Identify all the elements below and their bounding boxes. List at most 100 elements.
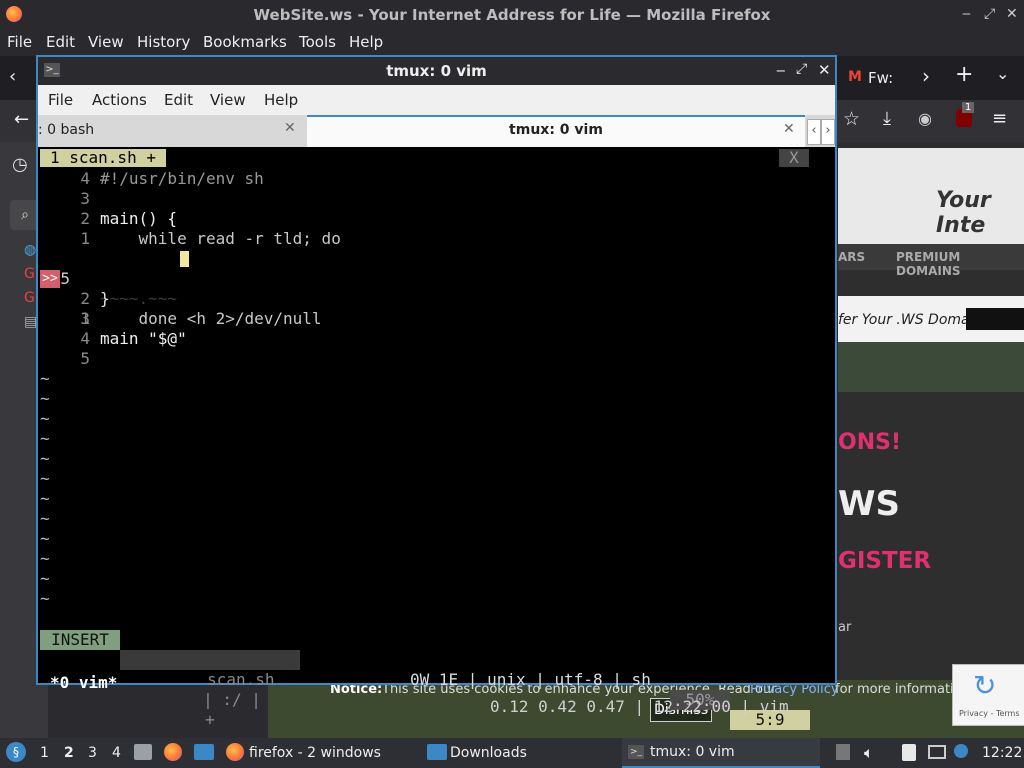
bookmark-star-icon[interactable]: ☆ [843, 108, 860, 130]
notice-tail: for more informatio [835, 682, 962, 697]
code-line-current: 5 ~~~~.~~~ [38, 249, 835, 308]
taskbar-firefox-icon [226, 743, 244, 761]
tab-fw-label[interactable]: Fw: [868, 69, 893, 87]
vim-tabline-close[interactable]: X [779, 149, 809, 167]
history-icon[interactable]: ◷ [12, 154, 28, 175]
tab-bash[interactable]: : 0 bash ✕ [38, 115, 306, 147]
google-icon-2[interactable]: G [24, 290, 35, 306]
empty-line-tilde: ~ [40, 449, 50, 468]
ublock-badge: 1 [962, 102, 975, 113]
vim-modified: + [205, 710, 215, 729]
taskbar-terminal-icon: >_ [628, 745, 644, 759]
folder-launcher-icon[interactable] [194, 744, 214, 760]
terminal-menubar: File Actions Edit View Help [38, 85, 835, 115]
code-line: 3 [80, 309, 90, 328]
tab-vim-close-icon[interactable]: ✕ [783, 121, 795, 137]
volume-icon[interactable]: 🔈︎ [864, 743, 874, 763]
terminal-window: >_ tmux: 0 vim ‒ ⤢ ✕ File Actions Edit V… [36, 55, 837, 730]
tab-list-icon[interactable]: ⌄ [996, 64, 1009, 83]
tab-vim[interactable]: tmux: 0 vim ✕ [307, 115, 805, 147]
vim-screen[interactable]: 1 scan.sh + X 4 #!/usr/bin/env sh 3 2 main… [38, 147, 835, 730]
term-menu-edit[interactable]: Edit [164, 91, 193, 109]
maximize-icon[interactable]: ⤢ [984, 6, 995, 22]
close-icon[interactable]: ✕ [1006, 6, 1018, 22]
tmux-window-list[interactable]: *0 vim* [50, 671, 117, 695]
display-icon[interactable] [928, 745, 946, 759]
menu-history[interactable]: History [137, 33, 190, 51]
tmux-statusline: *0 vim* 0.12 0.42 0.47 | 12:22:00 | vim [38, 647, 835, 716]
downloads-icon[interactable]: ⤓ [883, 108, 891, 129]
start-menu-icon[interactable]: § [6, 742, 26, 762]
workspace-2[interactable]: 2 [64, 745, 74, 761]
taskbar-downloads[interactable]: Downloads [450, 745, 527, 761]
website-header: Your Inte [838, 148, 1024, 248]
files-launcher-icon[interactable] [134, 744, 152, 760]
taskbar-downloads-icon [427, 744, 447, 760]
term-menu-view[interactable]: View [210, 91, 246, 109]
code-line-error: >> 1 done <h 2>/dev/null [38, 269, 835, 328]
clock: 12:22 [982, 745, 1023, 761]
tab-scroll-right-icon[interactable]: › [821, 119, 835, 145]
clipboard-icon[interactable] [902, 744, 916, 761]
tmux-status-right: 0.12 0.42 0.47 | 12:22:00 | vim [490, 697, 789, 716]
promo-small-text: ar [838, 620, 852, 635]
recaptcha-terms[interactable]: Privacy - Terms [959, 709, 1020, 718]
network-tray-icon[interactable] [836, 744, 850, 760]
vim-status-sep: | :/ | [203, 690, 261, 709]
menu-bookmarks[interactable]: Bookmarks [203, 33, 287, 51]
domain-input[interactable] [966, 308, 1024, 330]
extension-spy-icon[interactable]: ◉ [918, 109, 932, 128]
term-menu-actions[interactable]: Actions [92, 91, 147, 109]
new-tab-icon[interactable]: + [955, 62, 973, 87]
firefox-launcher-icon[interactable] [164, 743, 182, 761]
workspace-3[interactable]: 3 [88, 745, 97, 761]
empty-line-tilde: ~ [40, 509, 50, 528]
terminal-tabbar: : 0 bash ✕ tmux: 0 vim ✕ ‹ › [38, 115, 835, 147]
menu-view[interactable]: View [88, 33, 124, 51]
nav-item-ars[interactable]: ARS [838, 250, 865, 264]
menu-edit[interactable]: Edit [46, 33, 75, 51]
workspace-1[interactable]: 1 [40, 745, 49, 761]
menu-file[interactable]: File [7, 33, 32, 51]
terminal-close-icon[interactable]: ✕ [818, 61, 831, 79]
taskbar-terminal-active[interactable]: >_ tmux: 0 vim [622, 738, 820, 768]
code-line: 5 [80, 349, 90, 368]
firefox-menubar: File Edit View History Bookmarks Tools H… [0, 30, 1024, 56]
terminal-minimize-icon[interactable]: ‒ [776, 61, 786, 79]
menu-help[interactable]: Help [349, 33, 383, 51]
error-sign: >> [40, 270, 60, 288]
vim-buffer-tab[interactable]: 1 scan.sh + [40, 149, 166, 167]
website-header-text: Your Inte [936, 188, 991, 238]
code-line: 2 main() { [80, 209, 178, 228]
terminal-maximize-icon[interactable]: ⤢ [796, 61, 807, 77]
menu-tools[interactable]: Tools [299, 33, 336, 51]
empty-line-tilde: ~ [40, 369, 50, 388]
empty-line-tilde: ~ [40, 589, 50, 608]
nav-item-premium[interactable]: PREMIUM DOMAINS [896, 250, 1024, 278]
taskbar-terminal-label: tmux: 0 vim [650, 744, 735, 760]
empty-line-tilde: ~ [40, 409, 50, 428]
code-line: 4 #!/usr/bin/env sh [80, 169, 264, 188]
gmail-icon: M [848, 69, 862, 85]
site-icon-1[interactable]: ◍ [24, 242, 36, 258]
vim-cursor [180, 251, 189, 267]
google-icon-1[interactable]: G [24, 266, 35, 282]
term-menu-file[interactable]: File [48, 91, 73, 109]
hamburger-menu-icon[interactable]: ≡ [992, 108, 1007, 129]
recaptcha-badge[interactable]: ↻ Privacy - Terms [952, 664, 1024, 726]
tabs-forward-icon[interactable]: › [922, 64, 930, 88]
back-icon[interactable]: ← [14, 109, 29, 130]
empty-line-tilde: ~ [40, 549, 50, 568]
update-icon[interactable] [954, 744, 968, 758]
website-nav: ARS PREMIUM DOMAINS [838, 244, 1024, 278]
tab-scroll-left-icon[interactable]: ‹ [807, 119, 821, 145]
promo-ws: WS [838, 484, 900, 524]
tabs-back-icon[interactable]: ‹ [9, 66, 16, 87]
tab-bash-close-icon[interactable]: ✕ [284, 120, 296, 136]
taskbar-firefox[interactable]: firefox - 2 windows [249, 745, 381, 761]
minimize-icon[interactable]: ‒ [962, 6, 971, 22]
workspace-4[interactable]: 4 [112, 745, 121, 761]
taskbar: § 1 2 3 4 firefox - 2 windows Downloads … [0, 738, 1024, 768]
term-menu-help[interactable]: Help [264, 91, 298, 109]
recaptcha-icon: ↻ [973, 669, 997, 702]
